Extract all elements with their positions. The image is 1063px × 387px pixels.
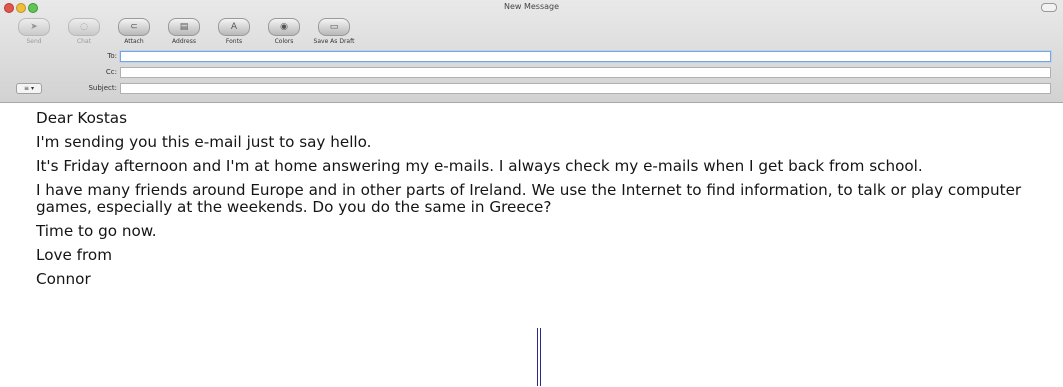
cc-row: Cc:	[0, 67, 1063, 80]
greeting-line: Dear Kostas	[36, 109, 127, 127]
cc-label: Cc:	[105, 68, 117, 76]
text-cursor	[537, 328, 541, 386]
to-row: To:	[0, 51, 1063, 64]
colors-button-label: Colors	[274, 38, 294, 45]
subject-field[interactable]	[120, 83, 1051, 94]
chat-button-label: Chat	[76, 38, 92, 45]
colors-button[interactable]: ◉ Colors	[260, 18, 308, 48]
sign-off-line: Love from	[36, 246, 112, 264]
window-title: New Message	[503, 2, 560, 11]
paper-plane-icon: ➤	[18, 18, 50, 36]
message-body[interactable]: Dear Kostas I'm sending you this e-mail …	[36, 110, 1046, 295]
fonts-icon: A	[218, 18, 250, 36]
to-field[interactable]	[120, 51, 1051, 62]
title-bar: New Message	[0, 0, 1063, 16]
color-wheel-icon: ◉	[268, 18, 300, 36]
fonts-button-label: Fonts	[225, 38, 243, 45]
cc-field[interactable]	[120, 67, 1051, 78]
address-book-icon: ▤	[168, 18, 200, 36]
chat-button[interactable]: ◌ Chat	[60, 18, 108, 48]
send-button-label: Send	[26, 38, 42, 45]
paperclip-icon: ⊂	[118, 18, 150, 36]
save-as-draft-button[interactable]: ▭ Save As Draft	[310, 18, 358, 48]
address-button-label: Address	[172, 38, 196, 45]
fonts-button[interactable]: A Fonts	[210, 18, 258, 48]
signature-name: Connor	[36, 270, 91, 288]
chat-icon: ◌	[68, 18, 100, 36]
save-as-draft-button-label: Save As Draft	[313, 38, 355, 45]
body-paragraph: I have many friends around Europe and in…	[36, 181, 1022, 216]
body-paragraph: It's Friday afternoon and I'm at home an…	[36, 157, 923, 175]
attach-button-label: Attach	[124, 38, 144, 45]
send-button[interactable]: ➤ Send	[10, 18, 58, 48]
mail-compose-window: New Message ➤ Send ◌ Chat ⊂ Attach ▤ Add…	[0, 0, 1063, 103]
account-selector[interactable]: ≡ ▾	[16, 83, 42, 94]
draft-icon: ▭	[318, 18, 350, 36]
address-button[interactable]: ▤ Address	[160, 18, 208, 48]
body-paragraph: I'm sending you this e-mail just to say …	[36, 133, 372, 151]
toolbar-toggle-button[interactable]	[1041, 3, 1057, 12]
subject-row: ≡ ▾ Subject:	[0, 83, 1063, 96]
to-label: To:	[107, 52, 117, 60]
body-paragraph: Time to go now.	[36, 222, 157, 240]
toolbar: ➤ Send ◌ Chat ⊂ Attach ▤ Address A Fonts…	[10, 18, 358, 48]
attach-button[interactable]: ⊂ Attach	[110, 18, 158, 48]
subject-label: Subject:	[88, 84, 117, 92]
